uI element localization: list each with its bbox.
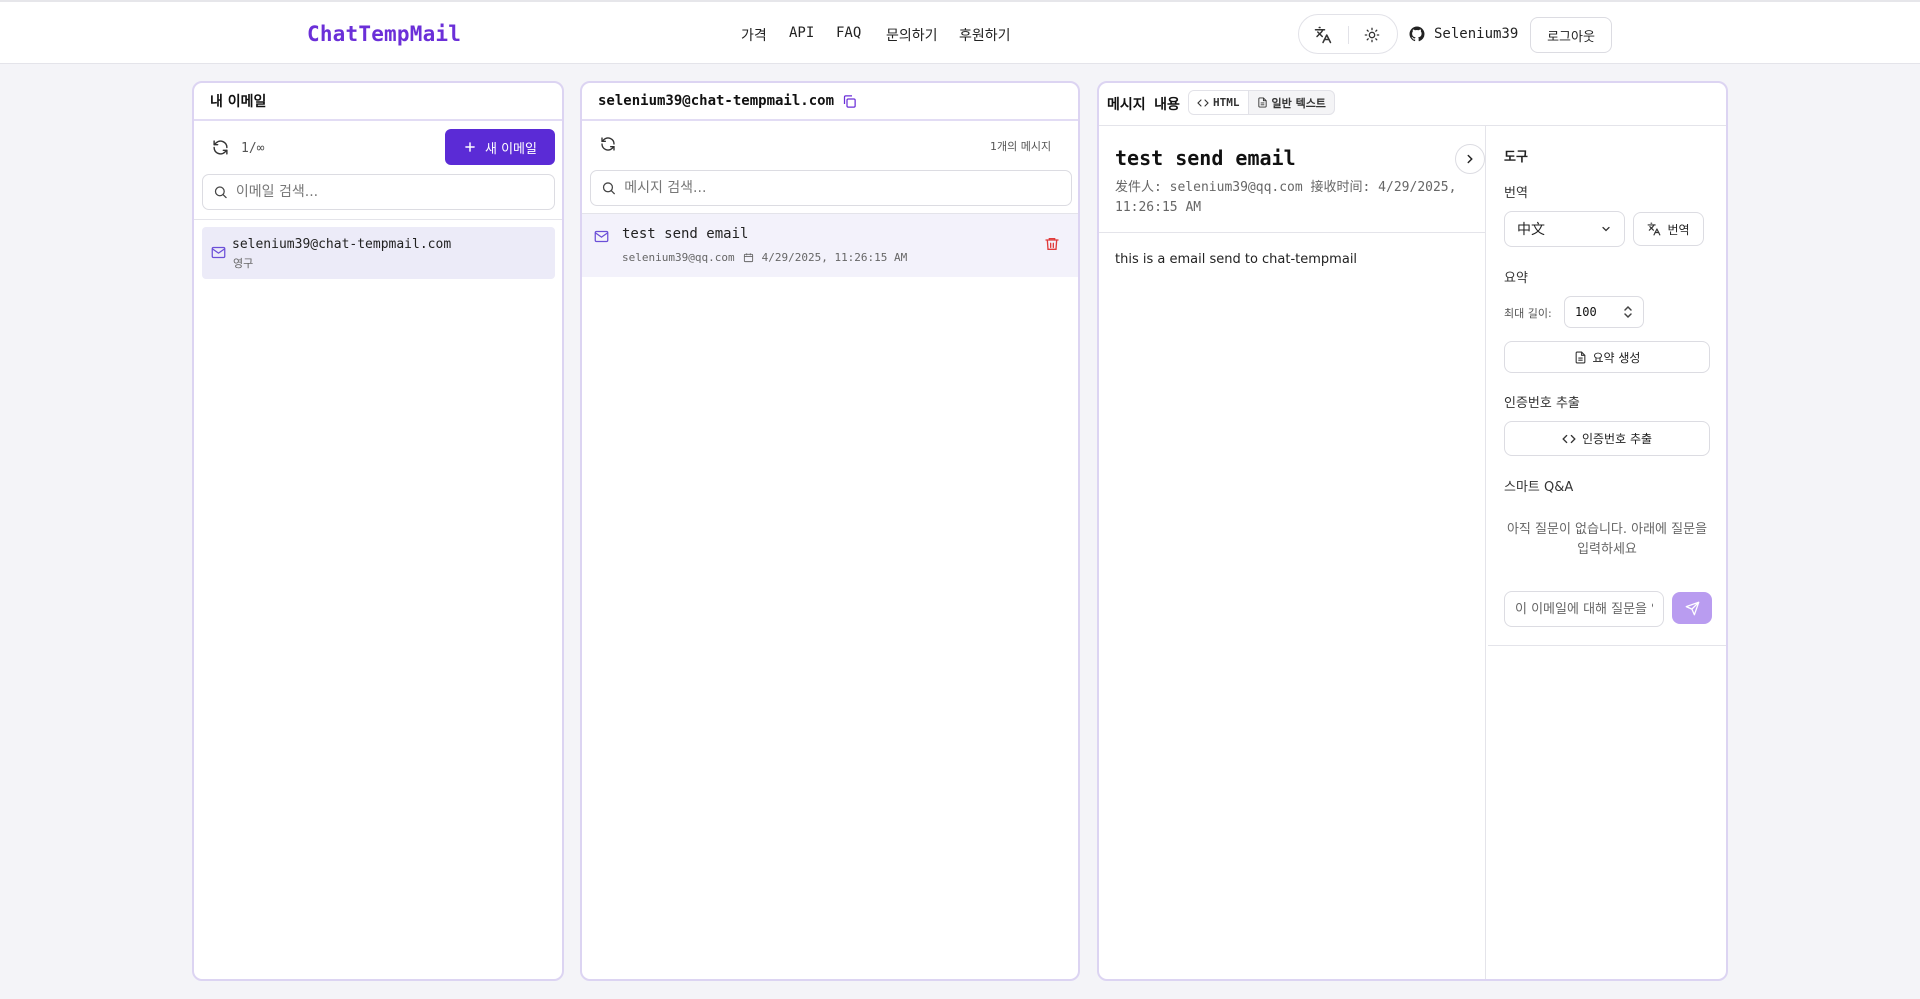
nav-contact[interactable]: 문의하기 (886, 25, 938, 45)
translate-button[interactable]: 번역 (1633, 212, 1704, 246)
new-email-button[interactable]: 새 이메일 (445, 129, 555, 165)
nav-pricing[interactable]: 가격 (741, 25, 767, 45)
max-length-stepper[interactable]: 100 (1564, 296, 1644, 328)
plus-icon (465, 142, 475, 152)
language-toggle-button[interactable] (1312, 24, 1334, 46)
mailbox-panel: 내 이메일 1/∞ 새 이메일 selenium39@chat-tempmail… (192, 81, 564, 981)
generate-summary-label: 요약 생성 (1592, 350, 1641, 365)
chevron-right-icon (1467, 154, 1473, 164)
file-text-icon (1575, 351, 1585, 363)
message-title: test send email (1115, 146, 1296, 170)
tab-html-label: HTML (1213, 96, 1240, 109)
tools-title: 도구 (1504, 150, 1528, 165)
username: Selenium39 (1434, 26, 1519, 42)
message-search-input[interactable] (624, 180, 1071, 196)
summary-label: 요약 (1504, 271, 1528, 286)
calendar-icon (743, 253, 753, 263)
mail-icon (594, 230, 609, 243)
mailbox-panel-title: 내 이메일 (194, 83, 562, 121)
send-icon (1685, 601, 1699, 615)
inbox-panel: selenium39@chat-tempmail.com 1개의 메시지 tes… (580, 81, 1080, 981)
search-icon (214, 186, 227, 199)
tab-plain-text-label: 일반 텍스트 (1271, 96, 1326, 110)
translate-icon (1314, 26, 1332, 44)
chevron-down-icon (1602, 226, 1610, 232)
nav-api[interactable]: API (789, 25, 814, 41)
message-panel-title: 메시지 내용 (1107, 97, 1180, 113)
qa-send-button[interactable] (1672, 592, 1712, 624)
translate-label: 번역 (1504, 186, 1528, 201)
trash-icon (1045, 238, 1059, 250)
code-icon (1197, 98, 1209, 107)
message-count: 1개의 메시지 (990, 140, 1052, 153)
message-search-field (590, 170, 1072, 206)
message-header: test send email 发件人: selenium39@qq.com 接… (1099, 126, 1485, 233)
mail-icon (211, 246, 226, 259)
theme-toggle-button[interactable] (1361, 24, 1383, 46)
translate-icon (1648, 222, 1661, 236)
message-meta: selenium39@qq.com 4/29/2025, 11:26:15 AM (622, 251, 907, 264)
copy-icon[interactable] (842, 94, 857, 109)
max-length-label: 최대 길이: (1504, 307, 1552, 320)
delete-message-button[interactable] (1042, 234, 1062, 254)
message-date: 4/29/2025, 11:26:15 AM (761, 251, 908, 264)
sun-icon (1364, 27, 1380, 43)
message-subject: test send email (622, 226, 749, 242)
extract-code-label: 인증번호 추출 (1581, 432, 1653, 446)
translate-button-label: 번역 (1667, 222, 1690, 237)
nav-donate[interactable]: 후원하기 (959, 25, 1011, 45)
mailbox-count: 1/∞ (241, 141, 265, 156)
email-search-input[interactable] (235, 184, 554, 200)
toggle-tools-button[interactable] (1455, 144, 1485, 174)
refresh-icon (601, 137, 615, 151)
avatar (1409, 26, 1425, 42)
settings-toggle-group (1298, 14, 1398, 54)
qa-question-field (1504, 591, 1664, 627)
message-sender: selenium39@qq.com (622, 251, 735, 264)
language-select[interactable]: 中文 (1504, 211, 1625, 247)
message-panel-header: 메시지 내용 HTML 일반 텍스트 (1099, 83, 1726, 126)
refresh-icon (212, 139, 228, 155)
language-select-value: 中文 (1517, 222, 1545, 238)
email-search-field (202, 174, 555, 210)
qa-question-input[interactable] (1515, 601, 1653, 617)
user-menu[interactable]: Selenium39 (1408, 25, 1518, 43)
code-extract-label: 인증번호 추출 (1504, 396, 1580, 411)
message-list-item[interactable]: test send email selenium39@qq.com 4/29/2… (582, 214, 1078, 277)
new-email-label: 새 이메일 (485, 141, 537, 157)
inbox-panel-header: selenium39@chat-tempmail.com (582, 83, 1078, 121)
code-icon (1562, 434, 1576, 443)
stepper-arrows-icon (1624, 305, 1632, 319)
nav-faq[interactable]: FAQ (836, 25, 861, 41)
qa-label: 스마트 Q&A (1504, 480, 1574, 495)
tab-plain-text[interactable]: 일반 텍스트 (1249, 91, 1334, 114)
tab-html[interactable]: HTML (1189, 91, 1249, 114)
refresh-messages-button[interactable] (596, 132, 620, 156)
current-address: selenium39@chat-tempmail.com (598, 93, 835, 109)
message-viewer: test send email 发件人: selenium39@qq.com 接… (1099, 126, 1486, 979)
mailbox-address: selenium39@chat-tempmail.com (232, 237, 452, 252)
mailbox-type-label: 영구 (233, 257, 254, 270)
qa-empty-message: 아직 질문이 없습니다. 아래에 질문을 입력하세요 (1506, 522, 1708, 557)
generate-summary-button[interactable]: 요약 생성 (1504, 341, 1710, 373)
mailbox-list-item[interactable]: selenium39@chat-tempmail.com 영구 (202, 227, 555, 279)
top-navbar: ChatTempMail 가격 API FAQ 문의하기 후원하기 Seleni… (0, 0, 1920, 64)
app-logo[interactable]: ChatTempMail (307, 22, 461, 46)
file-text-icon (1257, 97, 1267, 108)
refresh-mailboxes-button[interactable] (208, 135, 232, 159)
tools-sidebar: 도구 번역 中文 번역 요약 최대 길이: 100 요약 생성 인증번호 추출 … (1488, 126, 1726, 646)
view-mode-tabs: HTML 일반 텍스트 (1188, 90, 1335, 115)
message-from-line: 发件人: selenium39@qq.com 接收时间: 4/29/2025, … (1115, 180, 1457, 215)
message-body: this is a email send to chat-tempmail (1115, 252, 1358, 267)
message-panel: 메시지 내용 HTML 일반 텍스트 test send email 发件人: … (1097, 81, 1728, 981)
search-icon (602, 182, 615, 195)
logout-button[interactable]: 로그아웃 (1530, 17, 1612, 53)
extract-code-button[interactable]: 인증번호 추출 (1504, 421, 1710, 456)
max-length-value: 100 (1575, 305, 1597, 319)
